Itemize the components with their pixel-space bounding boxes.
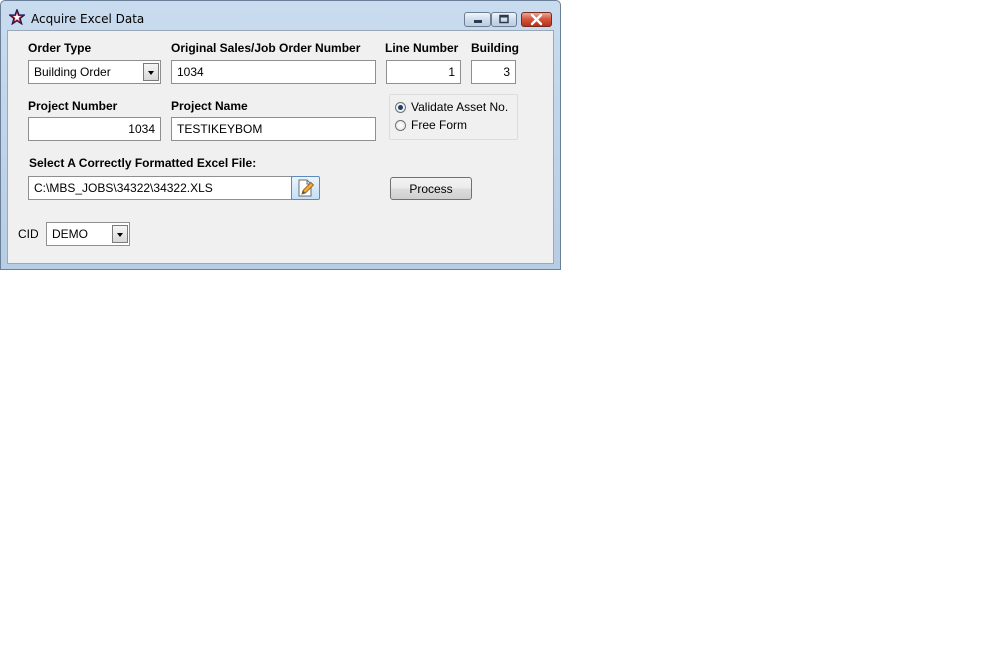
window-title: Acquire Excel Data — [31, 12, 145, 26]
close-button[interactable] — [521, 12, 552, 27]
acquire-excel-data-window: Acquire Excel Data Order Type Original S… — [0, 0, 561, 270]
form-panel: Order Type Original Sales/Job Order Numb… — [7, 30, 554, 264]
order-type-label: Order Type — [28, 41, 92, 55]
title-bar[interactable]: Acquire Excel Data — [1, 1, 560, 30]
line-number-input[interactable]: 1 — [386, 60, 461, 84]
line-number-label: Line Number — [385, 41, 459, 55]
minimize-icon — [474, 20, 482, 23]
cid-label: CID — [18, 227, 39, 241]
process-button[interactable]: Process — [390, 177, 472, 200]
radio-checked-icon[interactable] — [395, 101, 406, 113]
building-label: Building — [471, 41, 519, 55]
cid-select[interactable]: DEMO — [46, 222, 130, 246]
excel-file-label: Select A Correctly Formatted Excel File: — [29, 156, 257, 170]
chevron-down-icon[interactable] — [143, 63, 159, 81]
order-number-input[interactable]: 1034 — [171, 60, 376, 84]
edit-file-icon — [298, 179, 315, 197]
validate-asset-label: Validate Asset No. — [411, 100, 509, 114]
maximize-button[interactable] — [491, 12, 517, 27]
order-type-value: Building Order — [34, 65, 111, 79]
project-number-input[interactable]: 1034 — [28, 117, 161, 141]
radio-unchecked-icon[interactable] — [395, 119, 406, 131]
project-number-label: Project Number — [28, 99, 118, 113]
chevron-down-icon[interactable] — [112, 225, 128, 243]
excel-file-path-input[interactable]: C:\MBS_JOBS\34322\34322.XLS — [28, 176, 292, 200]
building-input[interactable]: 3 — [471, 60, 516, 84]
star-icon — [9, 9, 25, 25]
maximize-icon — [499, 14, 509, 24]
project-name-label: Project Name — [171, 99, 248, 113]
minimize-button[interactable] — [464, 12, 491, 27]
project-name-input[interactable]: TESTIKEYBOM — [171, 117, 376, 141]
validate-asset-radio[interactable]: Validate Asset No. — [395, 99, 508, 115]
free-form-label: Free Form — [411, 118, 468, 132]
mode-radio-group: Validate Asset No. Free Form — [389, 94, 518, 140]
cid-value: DEMO — [52, 227, 88, 241]
close-icon — [530, 13, 543, 26]
free-form-radio[interactable]: Free Form — [395, 117, 467, 133]
order-type-select[interactable]: Building Order — [28, 60, 161, 84]
order-number-label: Original Sales/Job Order Number — [171, 41, 361, 55]
browse-file-button[interactable] — [291, 176, 320, 200]
